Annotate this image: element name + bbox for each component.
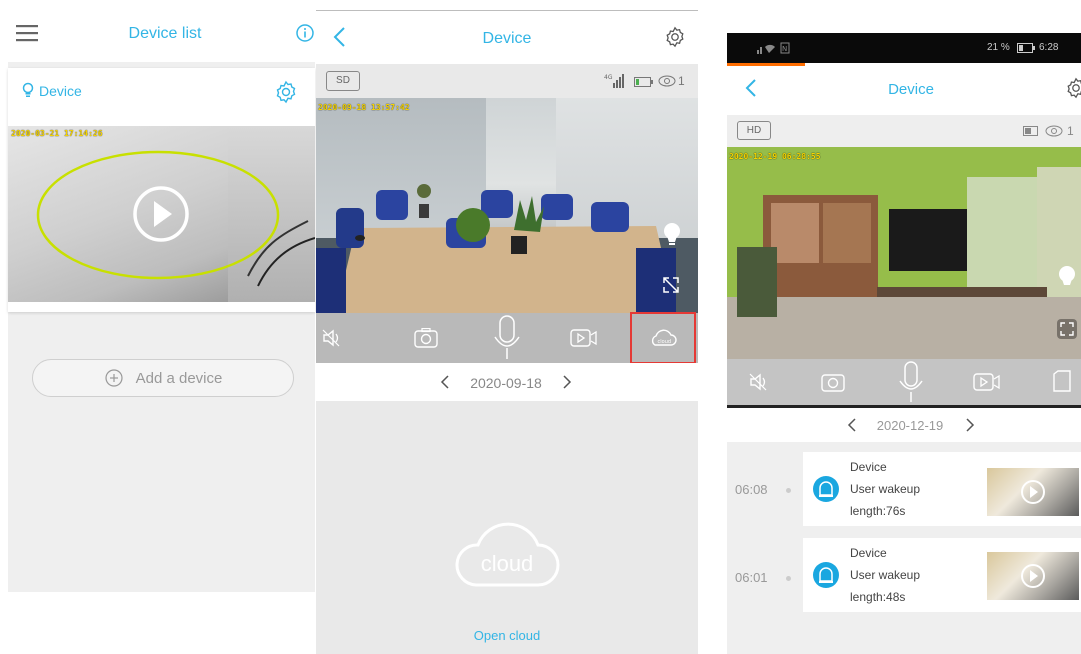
bulb-icon [22, 82, 34, 98]
list-item[interactable]: 06:08 Device User wakeup length:76s [727, 452, 1081, 528]
status-bar: N 21 % 6:28 [727, 33, 1081, 63]
battery-icon-2 [1023, 126, 1041, 136]
prev-date-icon[interactable] [847, 418, 857, 432]
control-bar: cloud [316, 312, 698, 364]
event-device: Device [850, 460, 887, 474]
eye-icon [658, 75, 676, 87]
quality-badge[interactable]: HD [737, 121, 771, 140]
microphone-icon[interactable] [492, 315, 522, 361]
light-icon[interactable] [1057, 265, 1077, 291]
back-icon[interactable] [332, 26, 346, 48]
record-icon[interactable] [973, 372, 1001, 392]
quality-badge[interactable]: SD [326, 71, 360, 91]
svg-text:N: N [782, 45, 787, 53]
fullscreen-icon[interactable] [662, 276, 680, 294]
date-nav: 2020-12-19 [727, 408, 1081, 442]
back-icon[interactable] [745, 78, 757, 98]
add-icon [105, 369, 123, 387]
info-bar: HD 1 [727, 115, 1081, 147]
cloud-panel: cloud Open cloud [316, 401, 698, 654]
timeline-dot [786, 488, 791, 493]
viewer-count: 1 [678, 74, 685, 88]
event-type: User wakeup [850, 482, 921, 496]
device-settings-icon[interactable] [274, 80, 298, 104]
event-time: 06:01 [735, 570, 768, 585]
date-nav: 2020-09-18 [316, 363, 698, 401]
battery-icon [634, 76, 654, 88]
device-name: Device [39, 83, 82, 99]
info-bar: SD 4G 1 [316, 64, 698, 98]
open-cloud-link[interactable]: Open cloud [447, 628, 567, 643]
record-icon[interactable] [570, 328, 598, 348]
light-icon[interactable] [662, 222, 682, 248]
page-title: Device [888, 81, 934, 98]
eye-icon [1045, 125, 1063, 137]
event-length: length:48s [850, 590, 906, 604]
sd-card-icon[interactable] [1053, 370, 1071, 392]
event-thumbnail[interactable] [987, 468, 1079, 516]
live-video[interactable]: 2020-12-19 06:28:55 [727, 147, 1081, 359]
status-battery: 21 % [987, 42, 1010, 53]
cloud-icon: cloud [651, 329, 677, 346]
cloud-label: cloud [480, 551, 534, 576]
snapshot-icon[interactable] [414, 328, 438, 348]
page-title: Device list [128, 25, 202, 42]
event-card[interactable]: Device User wakeup length:48s [803, 538, 1081, 612]
video-timestamp: 2020-12-19 06:28:55 [729, 152, 821, 161]
viewer-count: 1 [1067, 124, 1074, 138]
camera-thumbnail[interactable]: 2020-03-21 17:14:26 [8, 126, 315, 302]
alarm-icon [812, 475, 840, 503]
live-video[interactable]: 2020-09-18 13:57:42 [316, 98, 698, 313]
device-card[interactable]: Device 2020-03-21 17:14:26 [8, 68, 315, 312]
event-device: Device [850, 546, 887, 560]
event-time: 06:08 [735, 482, 768, 497]
device-list-screen: Device list Device 2020-03-21 17:14:26 A… [0, 0, 318, 654]
play-icon [1021, 480, 1045, 504]
mute-icon[interactable] [749, 373, 771, 391]
event-length: length:76s [850, 504, 906, 518]
next-date-icon[interactable] [965, 418, 975, 432]
prev-date-icon[interactable] [440, 375, 450, 389]
microphone-icon[interactable] [897, 361, 925, 403]
add-device-button[interactable]: Add a device [32, 359, 294, 397]
current-date[interactable]: 2020-12-19 [865, 418, 955, 433]
event-card[interactable]: Device User wakeup length:76s [803, 452, 1081, 526]
fullscreen-icon[interactable] [1057, 319, 1077, 339]
play-icon[interactable] [131, 184, 191, 244]
info-icon[interactable] [296, 24, 314, 42]
phone-screenshot: N 21 % 6:28 Device HD 1 2020-12-19 06:28… [727, 33, 1081, 654]
video-timestamp: 2020-03-21 17:14:26 [11, 129, 103, 138]
progress-strip [727, 63, 805, 66]
video-timestamp: 2020-09-18 13:57:42 [318, 103, 410, 112]
play-icon [1021, 564, 1045, 588]
list-item[interactable]: 06:01 Device User wakeup length:48s [727, 538, 1081, 614]
svg-text:4G: 4G [604, 74, 613, 81]
event-thumbnail[interactable] [987, 552, 1079, 600]
next-date-icon[interactable] [562, 375, 572, 389]
top-border [316, 10, 698, 11]
status-time: 6:28 [1039, 42, 1059, 53]
snapshot-icon[interactable] [821, 372, 845, 392]
svg-text:cloud: cloud [658, 339, 672, 345]
cloud-button[interactable]: cloud [630, 312, 696, 364]
alarm-icon [812, 561, 840, 589]
battery-icon [1017, 43, 1035, 53]
device-view-screen: Device SD 4G 1 2020-09-18 13:57:42 cloud… [316, 0, 698, 654]
signal-icon: 4G [604, 73, 626, 89]
settings-icon[interactable] [664, 26, 686, 48]
mute-icon[interactable] [322, 329, 344, 347]
timeline-dot [786, 576, 791, 581]
top-bar: Device list [0, 0, 318, 64]
control-bar [727, 359, 1081, 405]
settings-icon[interactable] [1065, 77, 1081, 99]
add-device-label: Add a device [135, 369, 223, 387]
page-title: Device [482, 30, 532, 47]
event-type: User wakeup [850, 568, 921, 582]
menu-icon[interactable] [16, 24, 40, 42]
signal-wifi-icon: N [757, 42, 797, 54]
current-date[interactable]: 2020-09-18 [461, 375, 551, 391]
event-list: 06:08 Device User wakeup length:76s 06:0… [727, 442, 1081, 654]
